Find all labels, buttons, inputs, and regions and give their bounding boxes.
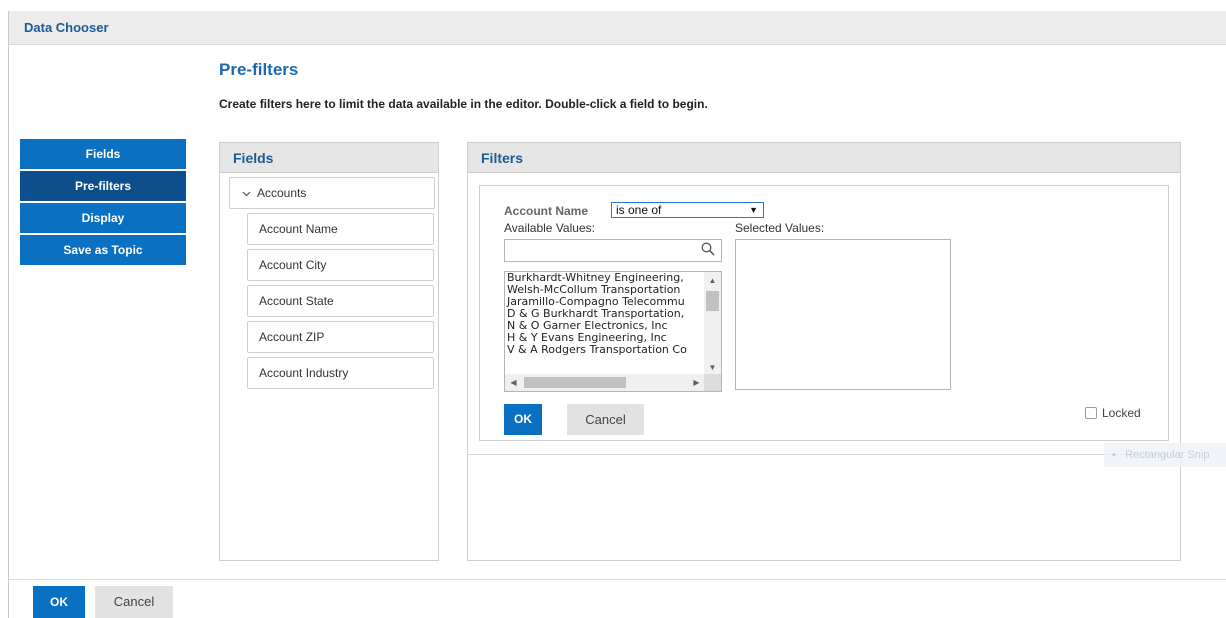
nav-item-fields[interactable]: Fields bbox=[20, 139, 186, 169]
scroll-right-icon[interactable]: ▶ bbox=[688, 374, 705, 391]
available-values-list[interactable]: Burkhardt-Whitney Engineering, Welsh-McC… bbox=[504, 271, 722, 392]
locked-checkbox[interactable]: Locked bbox=[1085, 406, 1141, 420]
filters-panel-title: Filters bbox=[468, 143, 1180, 173]
filter-cancel-button[interactable]: Cancel bbox=[567, 404, 644, 435]
values-search-input[interactable] bbox=[504, 239, 722, 262]
filter-ok-button[interactable]: OK bbox=[504, 404, 542, 435]
accounts-group-node[interactable]: Accounts bbox=[229, 177, 435, 209]
scrollbar-corner bbox=[704, 374, 721, 391]
scroll-up-icon[interactable]: ▲ bbox=[704, 272, 721, 289]
field-account-name[interactable]: Account Name bbox=[247, 213, 434, 245]
nav-item-pre-filters[interactable]: Pre-filters bbox=[20, 171, 186, 201]
checkbox-icon[interactable] bbox=[1085, 407, 1097, 419]
operator-select[interactable]: is one of ▼ bbox=[611, 202, 764, 218]
filter-field-name: Account Name bbox=[504, 204, 589, 218]
chevron-down-icon bbox=[242, 180, 251, 210]
vertical-scroll-thumb[interactable] bbox=[706, 291, 719, 311]
accounts-group-label: Accounts bbox=[257, 186, 307, 200]
scroll-left-icon[interactable]: ◀ bbox=[505, 374, 522, 391]
side-nav: Fields Pre-filters Display Save as Topic bbox=[20, 139, 186, 267]
list-item[interactable]: V & A Rodgers Transportation Co bbox=[505, 344, 721, 356]
nav-item-display[interactable]: Display bbox=[20, 203, 186, 233]
footer-divider bbox=[9, 579, 1226, 580]
window-titlebar: Data Chooser bbox=[8, 11, 1226, 45]
window-left-border bbox=[8, 45, 9, 618]
field-account-industry[interactable]: Account Industry bbox=[247, 357, 434, 389]
horizontal-scroll-thumb[interactable] bbox=[524, 377, 626, 388]
filter-editor: Account Name is one of ▼ Available Value… bbox=[479, 185, 1169, 441]
dropdown-arrow-icon: ▼ bbox=[749, 205, 758, 215]
selected-values-label: Selected Values: bbox=[735, 221, 825, 235]
available-values-label: Available Values: bbox=[504, 221, 595, 235]
operator-value: is one of bbox=[616, 203, 662, 217]
window-title: Data Chooser bbox=[24, 20, 109, 35]
field-account-state[interactable]: Account State bbox=[247, 285, 434, 317]
dialog-ok-button[interactable]: OK bbox=[33, 586, 85, 618]
search-icon[interactable] bbox=[701, 242, 715, 256]
snip-ghost-label: Rectangular Snip bbox=[1125, 449, 1210, 461]
filters-panel: Filters Account Name is one of ▼ Availab… bbox=[467, 142, 1181, 561]
selected-values-list[interactable] bbox=[735, 239, 951, 390]
horizontal-scrollbar[interactable]: ◀ ▶ bbox=[505, 374, 705, 391]
page-title: Pre-filters bbox=[219, 60, 299, 79]
field-account-city[interactable]: Account City bbox=[247, 249, 434, 281]
nav-item-save-as-topic[interactable]: Save as Topic bbox=[20, 235, 186, 265]
filter-separator bbox=[468, 454, 1180, 455]
fields-panel: Fields Accounts Account Name Account Cit… bbox=[219, 142, 439, 561]
field-account-zip[interactable]: Account ZIP bbox=[247, 321, 434, 353]
vertical-scrollbar[interactable]: ▲ ▼ bbox=[704, 272, 721, 376]
fields-panel-title: Fields bbox=[220, 143, 438, 173]
locked-label: Locked bbox=[1102, 406, 1141, 420]
snip-icon: ▪ bbox=[1112, 449, 1116, 461]
page-description: Create filters here to limit the data av… bbox=[219, 97, 708, 111]
rectangular-snip-ghost: ▪ Rectangular Snip bbox=[1104, 443, 1226, 467]
dialog-cancel-button[interactable]: Cancel bbox=[95, 586, 173, 618]
